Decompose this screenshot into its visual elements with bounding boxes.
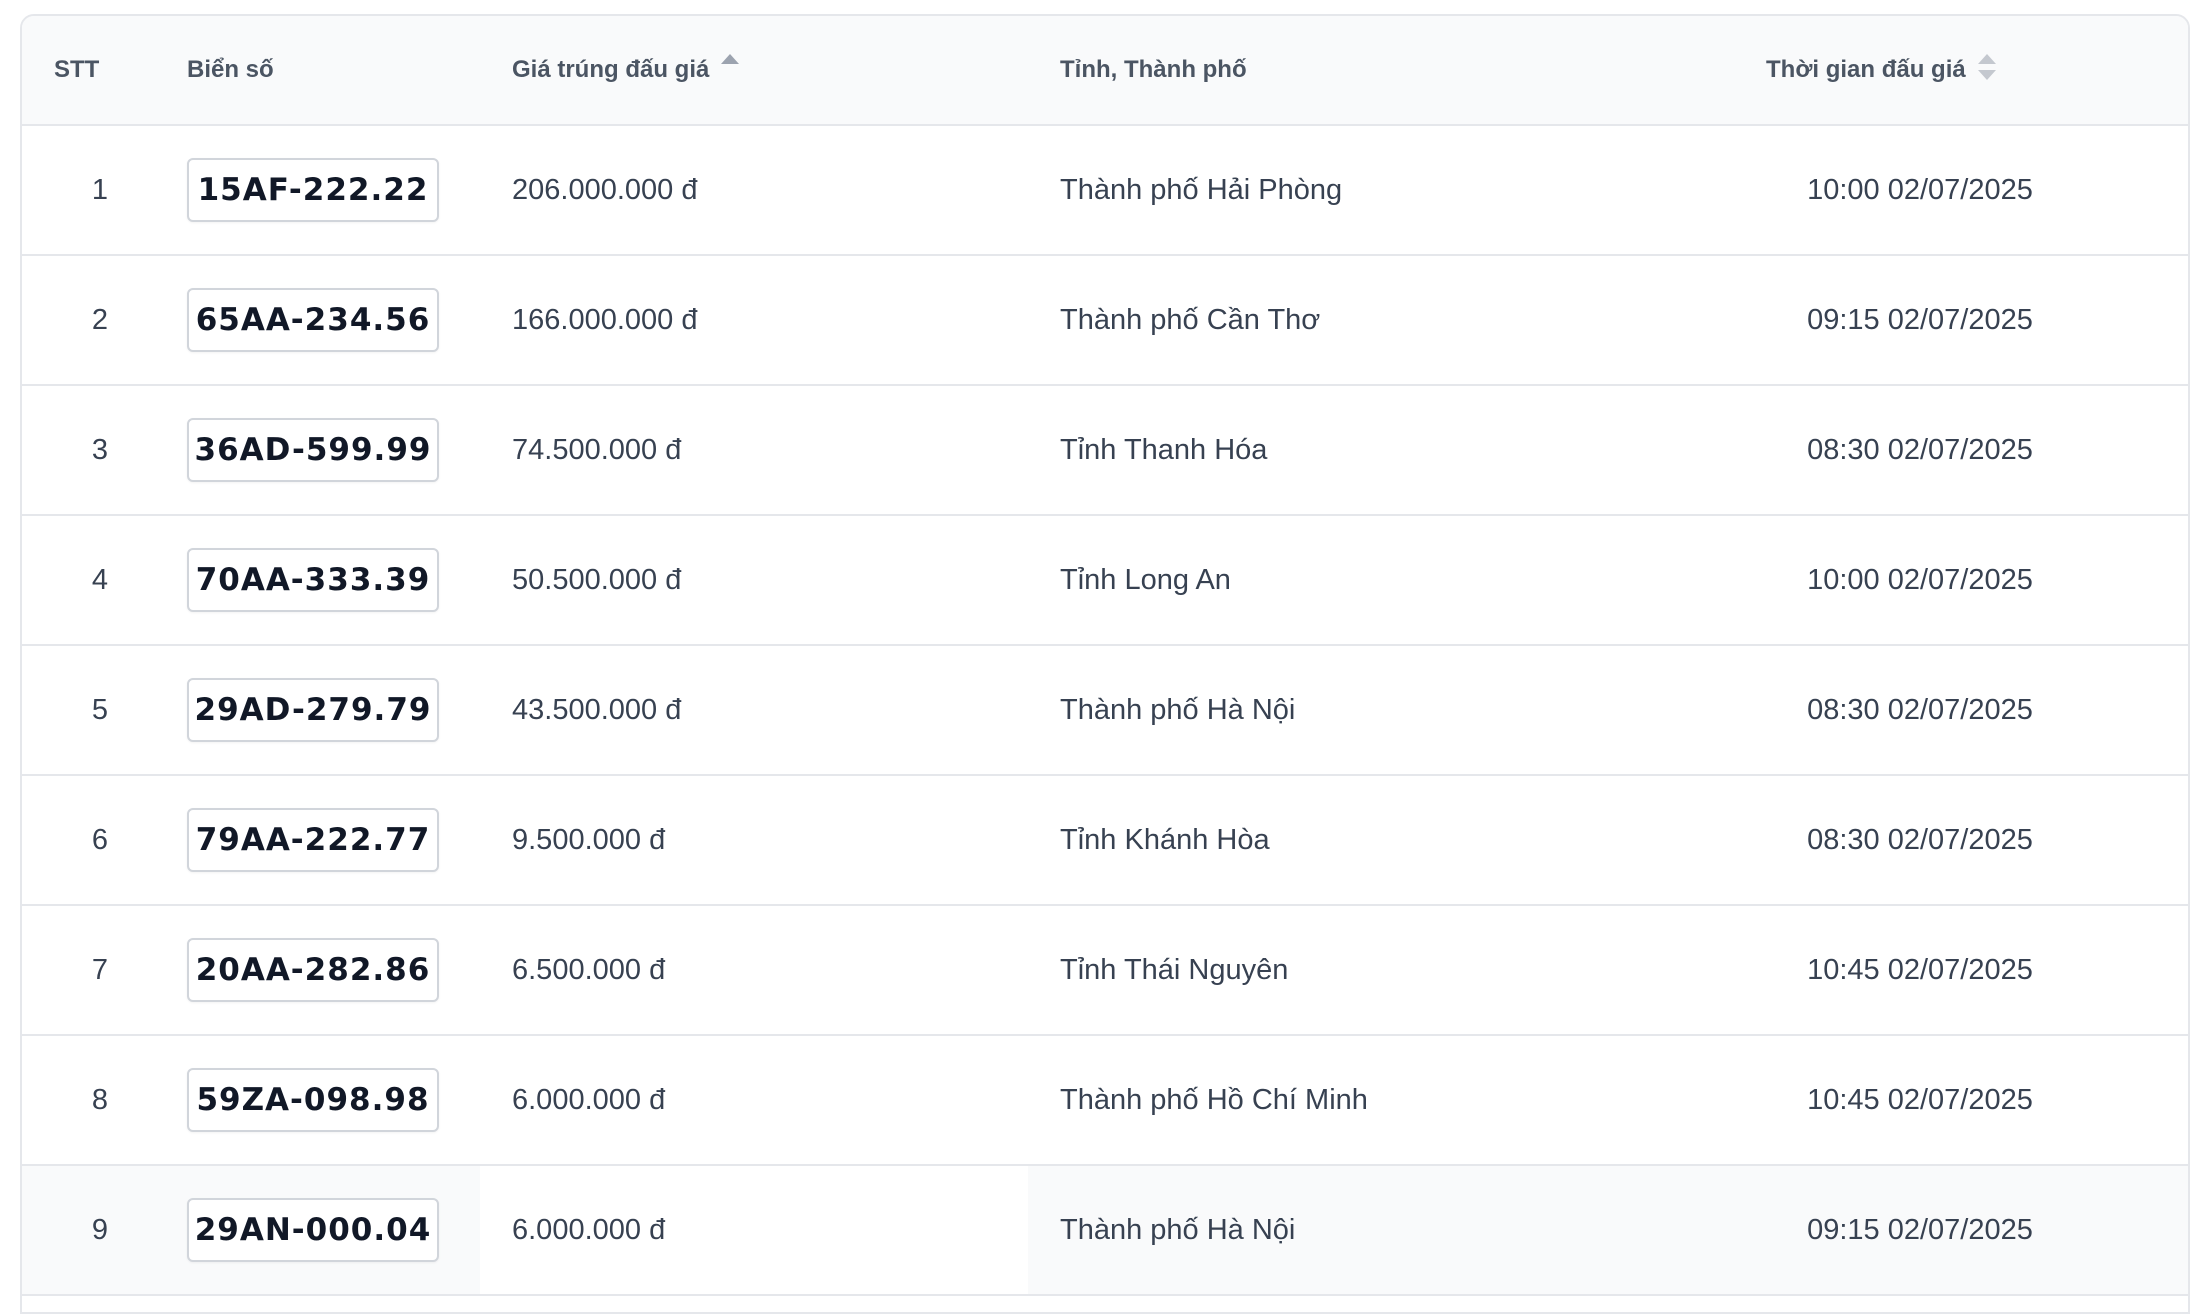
row-time: 08:30 02/07/2025 [1807, 434, 2033, 466]
row-time: 10:45 02/07/2025 [1807, 1084, 2033, 1116]
row-province: Thành phố Hồ Chí Minh [1060, 1084, 1368, 1116]
row-province: Tỉnh Thanh Hóa [1060, 434, 1268, 466]
auction-results-table: STT Biển số Giá trúng đấu giá Tỉnh, Thàn… [20, 14, 2190, 1314]
license-plate: 15AF-222.22 [187, 158, 439, 222]
row-stt: 5 [91, 694, 109, 726]
row-province: Thành phố Hà Nội [1060, 1214, 1296, 1246]
header-price[interactable]: Giá trúng đấu giá [512, 16, 740, 124]
license-plate: 65AA-234.56 [187, 288, 439, 352]
row-stt: 9 [91, 1214, 109, 1246]
license-plate: 70AA-333.39 [187, 548, 439, 612]
header-stt: STT [54, 56, 100, 83]
row-price: 6.500.000 đ [512, 954, 666, 986]
row-price: 166.000.000 đ [512, 304, 698, 336]
header-plate: Biển số [187, 56, 274, 83]
row-price: 6.000.000 đ [512, 1084, 666, 1116]
row-price: 6.000.000 đ [512, 1214, 666, 1246]
row-price: 206.000.000 đ [512, 174, 698, 206]
row-stt: 3 [91, 434, 109, 466]
table-header: STT Biển số Giá trúng đấu giá Tỉnh, Thàn… [22, 16, 2188, 126]
table-row[interactable]: 6 79AA-222.77 9.500.000 đ Tỉnh Khánh Hòa… [22, 776, 2188, 906]
row-stt: 7 [91, 954, 109, 986]
sort-ascending-icon[interactable] [721, 52, 740, 82]
table-row[interactable]: 2 65AA-234.56 166.000.000 đ Thành phố Cầ… [22, 256, 2188, 386]
table-row[interactable]: 4 70AA-333.39 50.500.000 đ Tỉnh Long An … [22, 516, 2188, 646]
header-time-label: Thời gian đấu giá [1766, 56, 1966, 83]
row-time: 09:15 02/07/2025 [1807, 304, 2033, 336]
license-plate: 29AN-000.04 [187, 1198, 439, 1262]
row-price: 50.500.000 đ [512, 564, 682, 596]
table-row[interactable]: 1 15AF-222.22 206.000.000 đ Thành phố Hả… [22, 126, 2188, 256]
row-stt: 2 [91, 304, 109, 336]
row-stt: 8 [91, 1084, 109, 1116]
row-time: 10:45 02/07/2025 [1807, 954, 2033, 986]
row-province: Thành phố Hải Phòng [1060, 174, 1343, 206]
row-province: Thành phố Hà Nội [1060, 694, 1296, 726]
license-plate: 79AA-222.77 [187, 808, 439, 872]
row-price: 9.500.000 đ [512, 824, 666, 856]
row-price: 43.500.000 đ [512, 694, 682, 726]
table-row[interactable]: 3 36AD-599.99 74.500.000 đ Tỉnh Thanh Hó… [22, 386, 2188, 516]
row-time: 08:30 02/07/2025 [1807, 824, 2033, 856]
table-body: 1 15AF-222.22 206.000.000 đ Thành phố Hả… [22, 126, 2188, 1296]
header-price-label: Giá trúng đấu giá [512, 56, 710, 83]
table-row[interactable]: 5 29AD-279.79 43.500.000 đ Thành phố Hà … [22, 646, 2188, 776]
row-province: Thành phố Cần Thơ [1060, 304, 1321, 336]
license-plate: 29AD-279.79 [187, 678, 439, 742]
table-row[interactable]: 9 29AN-000.04 6.000.000 đ Thành phố Hà N… [22, 1166, 2188, 1296]
table-row[interactable]: 8 59ZA-098.98 6.000.000 đ Thành phố Hồ C… [22, 1036, 2188, 1166]
row-price: 74.500.000 đ [512, 434, 682, 466]
row-stt: 4 [91, 564, 109, 596]
row-time: 08:30 02/07/2025 [1807, 694, 2033, 726]
row-stt: 1 [91, 174, 109, 206]
row-province: Tỉnh Thái Nguyên [1060, 954, 1289, 986]
row-stt: 6 [91, 824, 109, 856]
row-province: Tỉnh Khánh Hòa [1060, 824, 1270, 856]
header-province: Tỉnh, Thành phố [1060, 56, 1247, 83]
row-time: 09:15 02/07/2025 [1807, 1214, 2033, 1246]
row-time: 10:00 02/07/2025 [1807, 174, 2033, 206]
license-plate: 20AA-282.86 [187, 938, 439, 1002]
sort-icon[interactable] [1977, 52, 1996, 82]
row-time: 10:00 02/07/2025 [1807, 564, 2033, 596]
license-plate: 36AD-599.99 [187, 418, 439, 482]
header-time[interactable]: Thời gian đấu giá [1766, 16, 1996, 124]
table-row[interactable]: 7 20AA-282.86 6.500.000 đ Tỉnh Thái Nguy… [22, 906, 2188, 1036]
row-province: Tỉnh Long An [1060, 564, 1231, 596]
license-plate: 59ZA-098.98 [187, 1068, 439, 1132]
